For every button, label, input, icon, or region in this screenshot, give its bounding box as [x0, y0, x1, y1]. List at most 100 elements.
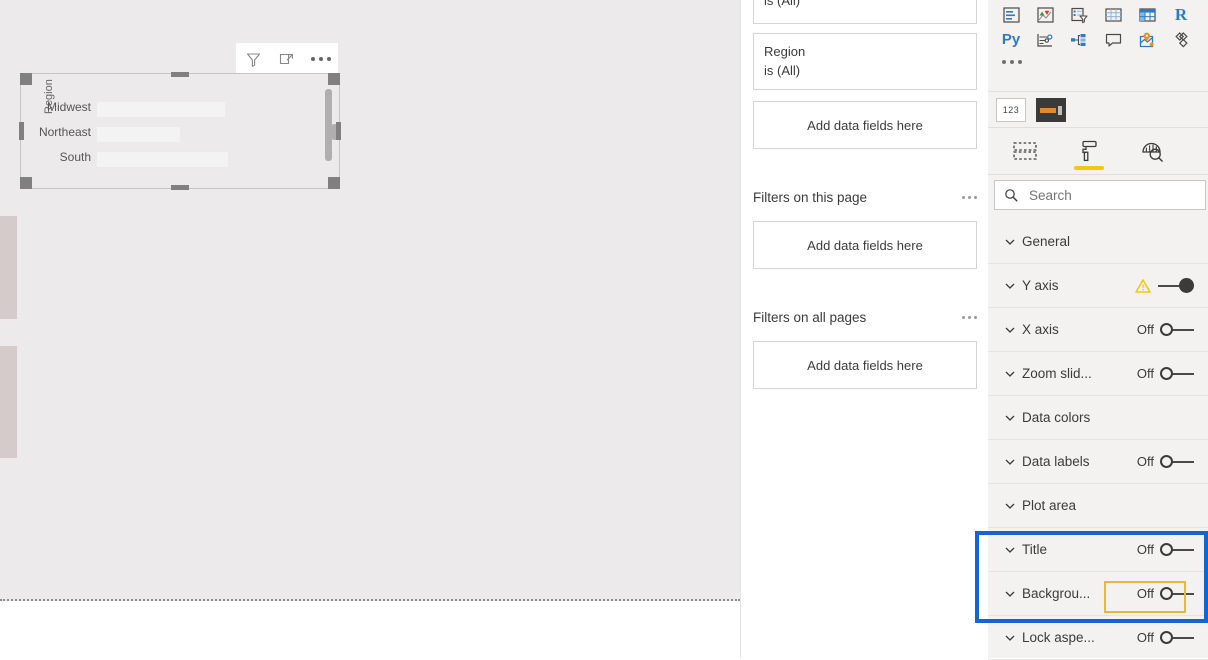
format-search-box[interactable] [994, 180, 1206, 210]
format-option-control[interactable]: Off [1137, 322, 1194, 337]
decomposition-tree-icon[interactable] [1062, 27, 1096, 52]
visual-gallery-row-1[interactable]: R [988, 2, 1208, 27]
format-option-control[interactable] [1134, 278, 1194, 294]
visual-header-toolbar[interactable] [236, 43, 338, 75]
bar[interactable] [97, 152, 228, 167]
canvas-left-edge-block-1 [0, 216, 17, 319]
format-option-control[interactable]: Off [1137, 586, 1194, 601]
more-options-icon[interactable] [962, 316, 977, 319]
kpi-icon[interactable] [1028, 2, 1062, 27]
section-title: Filters on this page [753, 190, 868, 205]
format-option-control[interactable]: Off [1137, 630, 1194, 645]
analytics-tab[interactable] [1134, 132, 1172, 170]
key-influencers-icon[interactable] [1028, 27, 1062, 52]
toggle-switch[interactable] [1160, 455, 1194, 469]
chevron-down-icon[interactable] [1002, 412, 1018, 424]
warning-icon [1134, 278, 1152, 294]
chevron-down-icon[interactable] [1002, 456, 1018, 468]
matrix-icon[interactable] [1130, 2, 1164, 27]
visual-gallery-row-2[interactable]: Py [988, 27, 1208, 52]
custom-visual-icon[interactable] [1036, 98, 1066, 122]
format-option-row[interactable]: Backgrou... Off [988, 572, 1208, 616]
chevron-down-icon[interactable] [1002, 280, 1018, 292]
filter-card-partial[interactable]: is (All) [753, 0, 977, 24]
format-tab[interactable] [1070, 132, 1108, 170]
format-option-row[interactable]: Lock aspe... Off [988, 616, 1208, 660]
page-filter-dropzone[interactable]: Add data fields here [753, 221, 977, 269]
smart-narrative-icon[interactable] [1096, 27, 1130, 52]
format-option-label: Lock aspe... [1022, 630, 1095, 645]
toggle-state-label: Off [1136, 630, 1154, 645]
filter-card-region[interactable]: Region is (All) [753, 33, 977, 90]
filters-pane[interactable]: is (All) Region is (All) Add data fields… [740, 0, 990, 658]
resize-handle-ne[interactable] [328, 73, 340, 85]
resize-handle-se[interactable] [328, 177, 340, 189]
format-option-row[interactable]: Zoom slid... Off [988, 352, 1208, 396]
filter-card-condition: is (All) [764, 0, 801, 8]
toggle-switch[interactable] [1158, 278, 1194, 293]
r-script-visual-icon[interactable]: R [1164, 2, 1198, 27]
chevron-down-icon[interactable] [1002, 368, 1018, 380]
format-option-label: Y axis [1022, 278, 1059, 293]
section-title: Filters on all pages [753, 310, 867, 325]
visual-gallery[interactable]: R Py [988, 0, 1208, 72]
multi-row-card-icon[interactable] [994, 2, 1028, 27]
card-template-icon[interactable]: 123 [996, 98, 1026, 122]
chevron-down-icon[interactable] [1002, 632, 1018, 644]
more-visuals-icon[interactable] [988, 52, 1208, 72]
resize-handle-sw[interactable] [20, 177, 32, 189]
resize-handle-nw[interactable] [20, 73, 32, 85]
format-option-row[interactable]: Title Off [988, 528, 1208, 572]
visual-template-row[interactable]: 123 [988, 94, 1208, 126]
bar[interactable] [97, 102, 225, 117]
filters-on-this-page-header: Filters on this page [753, 190, 977, 205]
bar[interactable] [97, 127, 180, 142]
filter-card-field: Region [764, 44, 806, 59]
chevron-down-icon[interactable] [1002, 588, 1018, 600]
format-option-control[interactable]: Off [1137, 542, 1194, 557]
viz-tabs-divider [988, 174, 1208, 175]
python-visual-icon[interactable]: Py [994, 27, 1028, 52]
visual-scrollbar-thumb[interactable] [325, 89, 332, 161]
format-option-control[interactable]: Off [1137, 366, 1194, 381]
toggle-switch[interactable] [1160, 323, 1194, 337]
resize-handle-s[interactable] [171, 185, 189, 190]
chevron-down-icon[interactable] [1002, 500, 1018, 512]
format-option-row[interactable]: Data colors [988, 396, 1208, 440]
search-input[interactable] [1027, 186, 1181, 204]
format-option-row[interactable]: General [988, 220, 1208, 264]
dropzone-label: Add data fields here [807, 117, 923, 133]
power-apps-icon[interactable] [1164, 27, 1198, 52]
toggle-switch[interactable] [1160, 587, 1194, 601]
format-option-row[interactable]: Plot area [988, 484, 1208, 528]
arcgis-maps-icon[interactable] [1130, 27, 1164, 52]
chevron-down-icon[interactable] [1002, 236, 1018, 248]
resize-handle-n[interactable] [171, 72, 189, 77]
category-label: South [59, 150, 91, 164]
fields-tab[interactable] [1006, 132, 1044, 170]
pane-tabs[interactable] [988, 128, 1208, 174]
resize-handle-w[interactable] [19, 122, 24, 140]
toggle-state-label: Off [1136, 322, 1154, 337]
format-option-row[interactable]: Y axis [988, 264, 1208, 308]
filter-icon[interactable] [236, 43, 270, 75]
r-script-label: R [1174, 4, 1188, 24]
format-option-row[interactable]: Data labels Off [988, 440, 1208, 484]
focus-mode-icon[interactable] [270, 43, 304, 75]
resize-handle-e[interactable] [336, 122, 341, 140]
toggle-switch[interactable] [1160, 631, 1194, 645]
table-icon[interactable] [1096, 2, 1130, 27]
format-options-list[interactable]: General Y axis X axis Off Zoom slid... Off Dat… [988, 220, 1208, 660]
toggle-switch[interactable] [1160, 543, 1194, 557]
chevron-down-icon[interactable] [1002, 544, 1018, 556]
chevron-down-icon[interactable] [1002, 324, 1018, 336]
visual-filter-dropzone[interactable]: Add data fields here [753, 101, 977, 149]
format-option-row[interactable]: X axis Off [988, 308, 1208, 352]
bar-chart-visual[interactable]: Region Midwest Northeast South [19, 72, 341, 190]
slicer-icon[interactable] [1062, 2, 1096, 27]
toggle-switch[interactable] [1160, 367, 1194, 381]
more-options-icon[interactable] [962, 196, 977, 199]
all-pages-filter-dropzone[interactable]: Add data fields here [753, 341, 977, 389]
more-options-icon[interactable] [304, 43, 338, 75]
format-option-control[interactable]: Off [1137, 454, 1194, 469]
